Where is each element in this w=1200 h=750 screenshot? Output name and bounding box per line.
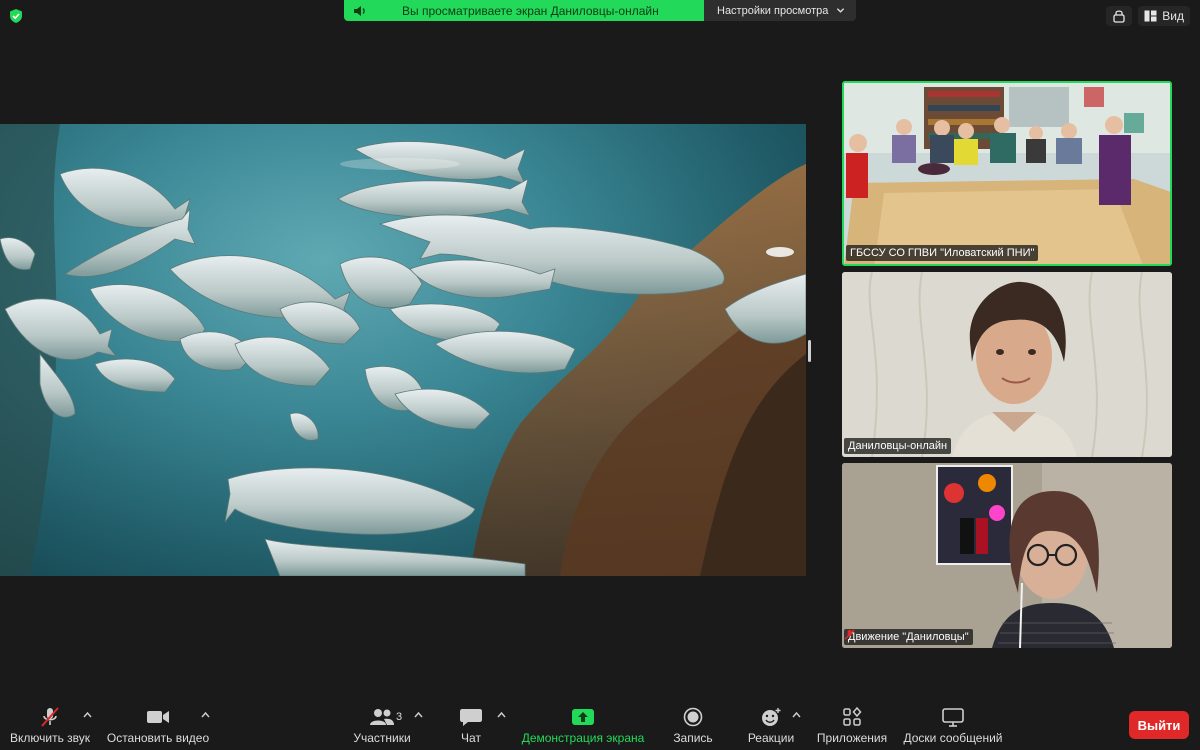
participant-tile-3[interactable]: Движение "Даниловцы"	[842, 463, 1172, 648]
stop-video-button[interactable]: Остановить видео	[106, 702, 210, 750]
leave-button[interactable]: Выйти	[1129, 711, 1189, 739]
view-button[interactable]: Вид	[1138, 6, 1190, 26]
participant-video-1	[844, 83, 1170, 264]
record-icon	[683, 707, 703, 727]
unmute-label: Включить звук	[9, 731, 91, 745]
participants-button[interactable]: Участники	[350, 702, 414, 750]
participants-count: 3	[396, 711, 403, 723]
view-settings-label: Настройки просмотра	[717, 4, 829, 17]
unmute-button[interactable]: Включить звук	[8, 702, 92, 750]
top-bar: Вы просматриваете экран Даниловцы-онлайн…	[0, 0, 1200, 32]
stop-video-label: Остановить видео	[106, 731, 210, 745]
meeting-toolbar: Включить звук Остановить видео Участники…	[0, 702, 1200, 750]
participant-name-tag-3: Движение "Даниловцы"	[844, 629, 973, 645]
participant-name-2: Даниловцы-онлайн	[848, 440, 948, 452]
participant-name-tag-2: Даниловцы-онлайн	[844, 438, 952, 454]
reactions-button[interactable]: Реакции	[742, 702, 800, 750]
meeting-info-button[interactable]	[1106, 6, 1133, 26]
participant-name-tag-1: ГБССУ СО ГПВИ "Иловатский ПНИ"	[846, 245, 1039, 261]
chat-icon	[460, 709, 482, 726]
chat-options-chevron[interactable]	[497, 711, 506, 718]
participants-label: Участники	[353, 731, 411, 745]
view-label: Вид	[1162, 9, 1184, 23]
meeting-info-icon	[1113, 10, 1125, 23]
reactions-icon	[762, 708, 781, 726]
participants-options-chevron[interactable]	[414, 711, 423, 718]
participant-video-3	[842, 463, 1172, 648]
mic-muted-icon	[41, 707, 59, 727]
participant-tile-2[interactable]: Даниловцы-онлайн	[842, 272, 1172, 457]
chevron-down-icon	[837, 8, 845, 13]
view-settings-button[interactable]: Настройки просмотра	[704, 0, 856, 21]
reactions-options-chevron[interactable]	[792, 711, 801, 718]
participant-video-2	[842, 272, 1172, 457]
whiteboards-button[interactable]: Доски сообщений	[900, 702, 1006, 750]
apps-button[interactable]: Приложения	[814, 702, 890, 750]
chat-label: Чат	[461, 731, 481, 745]
speaker-icon[interactable]	[352, 3, 368, 19]
share-screen-icon	[572, 709, 594, 725]
panel-resize-handle[interactable]	[808, 340, 811, 362]
zoom-meeting-window: Вы просматриваете экран Даниловцы-онлайн…	[0, 0, 1200, 750]
participants-icon	[370, 709, 394, 725]
screen-share-banner: Вы просматриваете экран Даниловцы-онлайн	[344, 0, 704, 21]
share-banner-text: Вы просматриваете экран Даниловцы-онлайн	[402, 3, 659, 18]
audio-options-chevron[interactable]	[83, 711, 92, 718]
mic-muted-icon	[844, 629, 855, 640]
shared-screen-video	[0, 124, 806, 576]
participant-tile-1[interactable]: ГБССУ СО ГПВИ "Иловатский ПНИ"	[842, 81, 1172, 266]
record-button[interactable]: Запись	[666, 702, 720, 750]
share-screen-label: Демонстрация экрана	[521, 731, 645, 745]
video-camera-icon	[147, 711, 169, 723]
whiteboards-label: Доски сообщений	[903, 731, 1003, 745]
record-label: Запись	[673, 731, 713, 745]
video-options-chevron[interactable]	[201, 711, 210, 718]
whiteboard-icon	[942, 708, 964, 727]
participant-name-1: ГБССУ СО ГПВИ "Иловатский ПНИ"	[850, 247, 1035, 259]
apps-label: Приложения	[816, 731, 888, 745]
participant-name-3: Движение "Даниловцы"	[848, 631, 969, 643]
apps-icon	[843, 707, 862, 726]
reactions-label: Реакции	[747, 731, 795, 745]
gallery-view-icon	[1144, 10, 1157, 22]
shield-check-icon[interactable]	[8, 8, 24, 24]
chat-button[interactable]: Чат	[446, 702, 496, 750]
share-screen-button[interactable]: Демонстрация экрана	[518, 702, 648, 750]
underwater-fish-scene	[0, 124, 806, 576]
top-right-controls: Вид	[1106, 6, 1190, 26]
